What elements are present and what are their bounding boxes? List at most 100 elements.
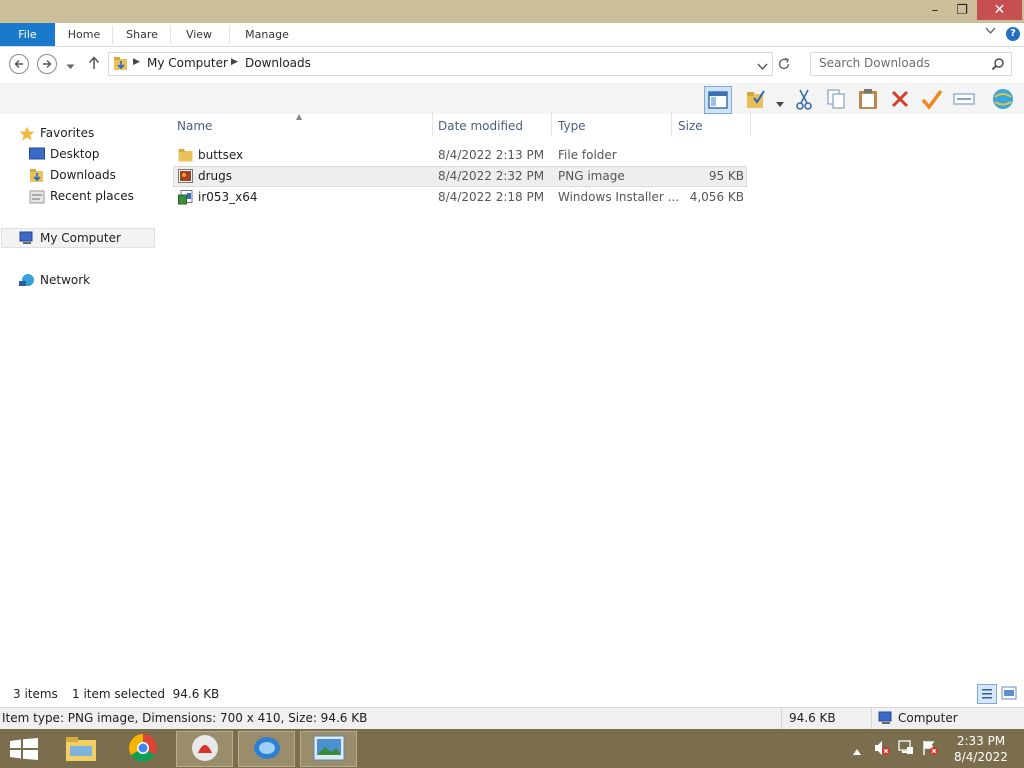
file-name: ir053_x64 [198,190,258,204]
help-icon[interactable]: ? [1006,27,1020,41]
column-separator[interactable] [750,112,751,136]
dropdown-arrow-icon[interactable] [776,96,784,110]
column-header-date[interactable]: Date modified [438,119,523,133]
address-dropdown-icon[interactable] [757,60,768,74]
column-header-size[interactable]: Size [678,119,703,133]
search-icon[interactable] [991,57,1005,74]
downloads-folder-icon [29,168,45,182]
clock-time: 2:33 PM [956,734,1006,748]
address-bar[interactable]: ▶ My Computer ▶ Downloads [108,52,773,76]
file-explorer-icon [65,734,97,765]
details-view-icon[interactable] [977,684,997,704]
taskbar-photo-viewer[interactable] [300,731,357,767]
nav-downloads[interactable]: Downloads [29,165,116,185]
nav-network[interactable]: Network [19,270,90,290]
taskbar-app-blue[interactable] [238,731,295,767]
recent-places-icon [29,189,45,204]
close-button[interactable]: ✕ [977,0,1022,20]
file-type: PNG image [558,169,625,183]
column-separator[interactable] [432,112,433,136]
tab-home[interactable]: Home [58,23,110,46]
check-icon[interactable] [919,86,945,112]
photo-viewer-icon [313,735,345,764]
copy-icon[interactable] [823,86,849,112]
details-location: Computer [898,711,958,725]
downloads-folder-icon [113,56,129,75]
column-separator[interactable] [671,112,672,136]
tab-manage[interactable]: Manage [232,23,302,46]
item-count: 3 items [13,687,58,701]
nav-my-computer-label: My Computer [40,231,121,245]
tab-view[interactable]: View [172,23,226,46]
red-app-icon [190,733,220,766]
file-row[interactable]: ir053_x64 8/4/2022 2:18 PM Windows Insta… [173,187,747,208]
status-bar: 3 items 1 item selected 94.6 KB [0,683,1024,705]
up-arrow-icon[interactable] [88,56,100,73]
volume-muted-icon[interactable] [874,740,890,759]
rename-icon[interactable] [951,86,977,112]
search-input[interactable]: Search Downloads [810,52,1012,76]
file-date: 8/4/2022 2:32 PM [438,169,545,183]
layout-pane-icon[interactable] [704,86,732,114]
address-row: ▶ My Computer ▶ Downloads Search Downloa… [0,47,1024,83]
nav-recent-places[interactable]: Recent places [29,186,134,206]
clock[interactable]: 2:33 PM 8/4/2022 [948,733,1014,765]
recent-locations-icon[interactable] [66,59,75,73]
breadcrumb-my-computer[interactable]: My Computer [147,56,228,70]
navigation-pane: Favorites Desktop Downloads Recent place… [0,122,160,682]
ribbon-expand-icon[interactable] [985,27,996,38]
large-icons-view-icon[interactable] [1001,686,1017,703]
tab-file[interactable]: File [0,23,55,46]
file-date: 8/4/2022 2:18 PM [438,190,545,204]
refresh-icon[interactable] [777,57,791,74]
breadcrumb-downloads[interactable]: Downloads [245,56,311,70]
details-size: 94.6 KB [789,711,836,725]
title-bar: – ❐ ✕ [0,0,1024,23]
cut-icon[interactable] [791,86,817,112]
installer-icon [178,190,193,205]
breadcrumb-chevron-icon[interactable]: ▶ [231,57,238,67]
delete-icon[interactable] [887,86,913,112]
file-name: drugs [198,169,233,183]
sort-arrow-icon: ▲ [296,112,303,121]
network-icon [19,273,35,287]
computer-icon [878,711,894,728]
file-size: 4,056 KB [689,190,744,204]
folder-check-icon[interactable] [743,86,769,112]
forward-button[interactable] [37,54,57,74]
network-globe-icon[interactable] [990,86,1016,112]
network-status-icon[interactable] [898,740,914,759]
file-size: 95 KB [708,169,744,183]
item-details: Item type: PNG image, Dimensions: 700 x … [2,711,368,725]
file-name: buttsex [198,148,244,162]
tab-share[interactable]: Share [114,23,170,46]
column-header-name[interactable]: Name [177,119,212,133]
minimize-button[interactable]: – [920,0,950,20]
paste-icon[interactable] [855,86,881,112]
file-type: Windows Installer ... [558,190,680,204]
taskbar: 2:33 PM 8/4/2022 [0,729,1024,768]
taskbar-chrome[interactable] [114,731,171,767]
column-header-type[interactable]: Type [558,119,586,133]
taskbar-file-explorer[interactable] [52,731,109,767]
file-type: File folder [558,148,617,162]
taskbar-app-red[interactable] [176,731,233,767]
start-button[interactable] [10,738,38,763]
maximize-button[interactable]: ❐ [948,0,976,20]
breadcrumb-chevron-icon[interactable]: ▶ [133,57,140,67]
nav-my-computer[interactable]: My Computer [1,228,155,248]
nav-network-label: Network [40,273,91,287]
file-row-selected[interactable]: drugs 8/4/2022 2:32 PM PNG image 95 KB [173,166,747,187]
clock-date: 8/4/2022 [954,750,1008,764]
nav-desktop[interactable]: Desktop [29,144,100,164]
column-separator[interactable] [551,112,552,136]
file-row[interactable]: buttsex 8/4/2022 2:13 PM File folder [173,145,747,166]
nav-favorites[interactable]: Favorites [19,123,94,143]
search-placeholder: Search Downloads [819,56,930,70]
ribbon-tabs: File Home Share View Manage ? [0,23,1024,47]
show-hidden-icons[interactable] [853,744,861,758]
chrome-icon [128,733,158,766]
action-center-flag-icon[interactable] [922,740,938,759]
back-button[interactable] [9,54,29,74]
star-icon [19,126,35,141]
